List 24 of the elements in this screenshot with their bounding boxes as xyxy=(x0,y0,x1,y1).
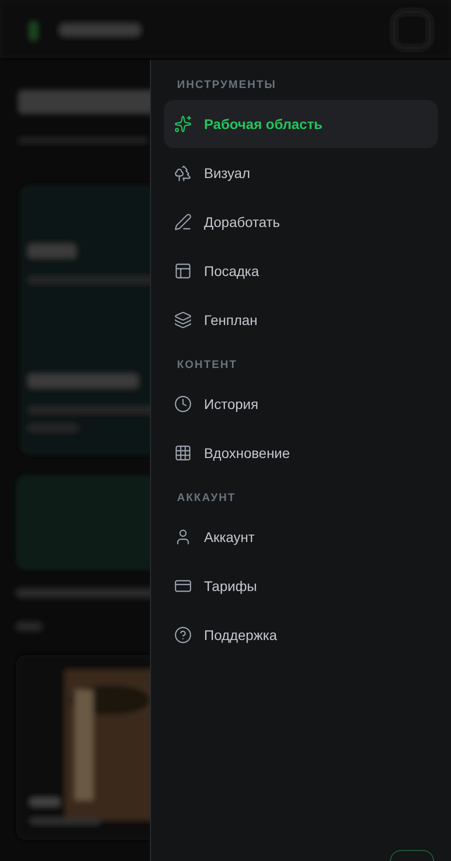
clock-icon xyxy=(174,395,192,413)
section-heading: КОНТЕНТ xyxy=(176,358,238,373)
user-icon xyxy=(174,528,192,546)
grid-icon xyxy=(174,444,192,462)
menu-item[interactable]: История xyxy=(164,380,438,428)
pencil-icon xyxy=(174,213,192,231)
menu-item[interactable]: Генплан xyxy=(164,296,438,344)
help-icon xyxy=(174,626,192,644)
menu-item[interactable]: Доработать xyxy=(164,198,438,246)
sparkles-icon xyxy=(174,115,192,133)
round-button[interactable] xyxy=(390,850,434,861)
menu-item[interactable]: Тарифы xyxy=(164,562,438,610)
menu-item[interactable]: Поддержка xyxy=(164,611,438,659)
section-heading: АККАУНТ xyxy=(176,491,237,506)
layout-icon xyxy=(174,262,192,280)
card-icon xyxy=(174,577,192,595)
menu-item[interactable]: Посадка xyxy=(164,247,438,295)
menu-item[interactable]: Вдохновение xyxy=(164,429,438,477)
menu-item[interactable]: Рабочая область xyxy=(164,100,438,148)
section-heading: ИНСТРУМЕНТЫ xyxy=(176,78,278,93)
menu-item[interactable]: Аккаунт xyxy=(164,513,438,561)
menu-item[interactable]: Визуал xyxy=(164,149,438,197)
layers-icon xyxy=(174,311,192,329)
trees-icon xyxy=(174,164,192,182)
